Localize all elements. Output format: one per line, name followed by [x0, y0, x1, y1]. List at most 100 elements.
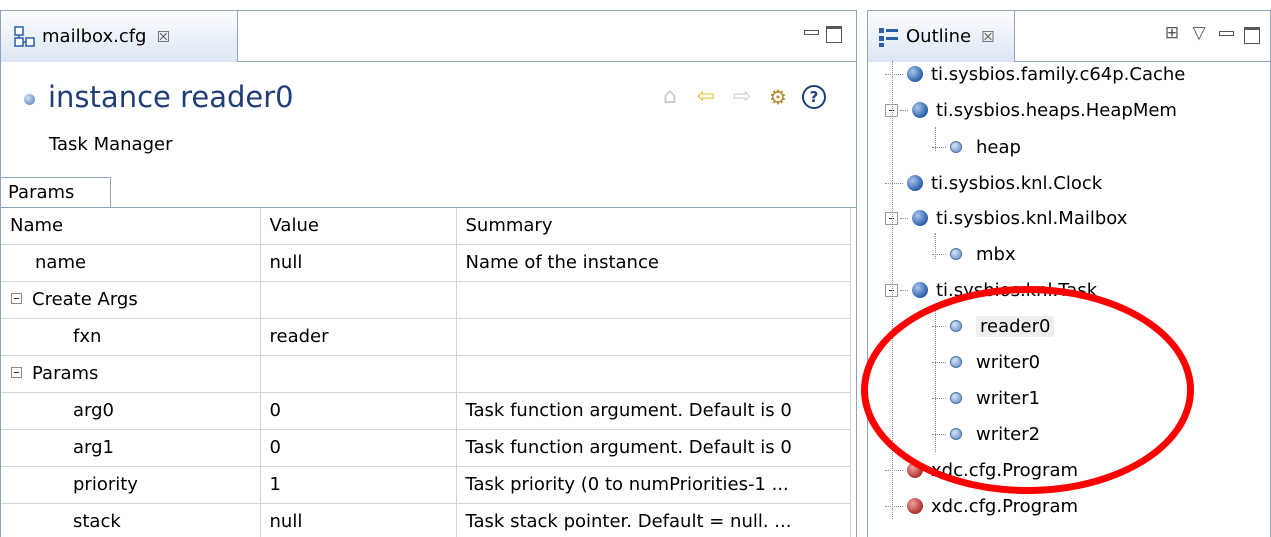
tree-item[interactable]: mbx — [932, 235, 1016, 273]
tree-item[interactable]: xdc.cfg.Program — [885, 487, 1078, 525]
module-icon — [907, 66, 923, 82]
cell-summary: Task priority (0 to numPriorities-1 ... — [456, 466, 851, 504]
cell-value[interactable]: 1 — [260, 466, 457, 504]
column-header-name[interactable]: Name — [1, 208, 261, 245]
tree-item-label: ti.sysbios.family.c64p.Cache — [931, 63, 1186, 85]
table-row[interactable]: fxn reader — [1, 318, 851, 356]
collapse-icon[interactable] — [11, 292, 22, 304]
tree-item[interactable]: xdc.cfg.Program — [885, 451, 1078, 489]
module-subtitle: Task Manager — [49, 134, 173, 155]
cell-summary — [456, 318, 851, 356]
cell-value[interactable]: 0 — [260, 392, 457, 430]
tree-item-label: writer2 — [976, 423, 1041, 445]
instance-icon — [950, 428, 962, 440]
tree-item-label: writer1 — [976, 387, 1041, 409]
instance-icon — [950, 141, 962, 153]
sort-icon[interactable]: ⊞ — [1163, 23, 1181, 43]
tree-item-label: ti.sysbios.knl.Clock — [931, 172, 1103, 194]
table-row[interactable]: Params — [1, 355, 851, 393]
table-row[interactable]: name null Name of the instance — [1, 244, 851, 282]
config-file-icon — [14, 25, 36, 48]
tab-params[interactable]: Params — [1, 177, 111, 208]
tree-item-label: reader0 — [976, 315, 1055, 337]
editor-pane: mailbox.cfg ☒ instance reader0 Task Mana… — [0, 10, 857, 537]
cell-name-text: Create Args — [32, 289, 138, 310]
cell-name-text: arg0 — [73, 400, 114, 421]
tree-item-label: xdc.cfg.Program — [931, 495, 1079, 517]
tree-item[interactable]: ti.sysbios.knl.Mailbox — [885, 199, 1127, 237]
view-menu-icon[interactable]: ▽ — [1190, 23, 1208, 43]
tree-item[interactable]: ti.sysbios.heaps.HeapMem — [885, 91, 1177, 129]
home-icon[interactable]: ⌂ — [658, 85, 682, 109]
close-icon[interactable]: ☒ — [156, 28, 169, 46]
tree-connector — [900, 217, 908, 219]
minimize-icon[interactable] — [802, 25, 819, 40]
outline-icon — [878, 26, 900, 48]
minimize-icon[interactable] — [1217, 26, 1234, 41]
tree-item[interactable]: reader0 — [932, 307, 1055, 345]
cell-value[interactable]: reader — [260, 318, 457, 356]
tree-item-label: ti.sysbios.heaps.HeapMem — [936, 99, 1177, 121]
table-row[interactable]: Create Args — [1, 281, 851, 319]
cell-summary: Task function argument. Default is 0 — [456, 392, 851, 430]
tree-connector-line — [892, 61, 893, 519]
workbench: mailbox.cfg ☒ instance reader0 Task Mana… — [0, 0, 1271, 537]
tree-item[interactable]: writer2 — [932, 415, 1040, 453]
tree-item-label: writer0 — [976, 351, 1041, 373]
collapse-icon[interactable] — [11, 366, 22, 378]
maximize-icon[interactable] — [1243, 26, 1260, 44]
forward-arrow-icon[interactable]: ⇨ — [730, 85, 754, 109]
close-icon[interactable]: ☒ — [981, 28, 994, 46]
cell-value[interactable]: null — [260, 503, 457, 537]
program-icon — [907, 498, 923, 514]
cell-name-text: Params — [32, 363, 99, 384]
table-row[interactable]: arg1 0 Task function argument. Default is … — [1, 429, 851, 467]
tree-item[interactable]: ti.sysbios.knl.Clock — [885, 164, 1102, 202]
table-row[interactable]: stack null Task stack pointer. Default = n… — [1, 503, 851, 537]
column-header-value[interactable]: Value — [260, 208, 457, 245]
cell-name: priority — [1, 466, 261, 504]
cell-name: Create Args — [1, 281, 261, 319]
config-settings-icon[interactable]: ⚙ — [766, 85, 790, 109]
column-header-summary[interactable]: Summary — [456, 208, 851, 245]
module-icon — [907, 175, 923, 191]
module-icon — [912, 282, 928, 298]
instance-icon — [950, 248, 962, 260]
cell-value[interactable]: 0 — [260, 429, 457, 467]
params-table: Name Value Summary name null Name of the i… — [1, 208, 851, 537]
cell-value[interactable]: null — [260, 244, 457, 282]
cell-name-text: arg1 — [73, 437, 114, 458]
module-icon — [912, 210, 928, 226]
cell-value[interactable] — [260, 281, 457, 319]
maximize-icon[interactable] — [825, 25, 842, 43]
instance-icon — [950, 320, 962, 332]
cell-name-text: fxn — [73, 326, 102, 347]
tree-item[interactable]: writer0 — [932, 343, 1040, 381]
tree-connector — [885, 73, 903, 75]
editor-tab[interactable]: mailbox.cfg ☒ — [1, 11, 238, 62]
params-table-container: Name Value Summary name null Name of the i… — [1, 207, 856, 537]
tree-item[interactable]: ti.sysbios.family.c64p.Cache — [885, 55, 1185, 93]
tree-item[interactable]: heap — [932, 128, 1021, 166]
tree-item[interactable]: writer1 — [932, 379, 1040, 417]
cell-value[interactable] — [260, 355, 457, 393]
tree-connector — [900, 109, 908, 111]
instance-header: instance reader0 Task Manager ⌂ ⇦ ⇨ ⚙ ? — [1, 62, 856, 177]
tree-item-label: xdc.cfg.Program — [931, 459, 1079, 481]
editor-window-controls — [802, 25, 842, 43]
tree-item-label: ti.sysbios.knl.Mailbox — [936, 207, 1128, 229]
cell-summary: Task function argument. Default is 0 — [456, 429, 851, 467]
editor-tab-bar: mailbox.cfg ☒ — [1, 11, 856, 62]
table-row[interactable]: arg0 0 Task function argument. Default is … — [1, 392, 851, 430]
cell-name-text: name — [35, 252, 87, 273]
cell-name: stack — [1, 503, 261, 537]
cell-summary — [456, 355, 851, 393]
instance-icon — [950, 356, 962, 368]
outline-pane: Outline ☒ ⊞ ▽ ti.sysbios.family.c64p.Cac… — [867, 10, 1271, 537]
help-icon[interactable]: ? — [802, 85, 826, 109]
page-title: instance reader0 — [48, 80, 294, 114]
back-arrow-icon[interactable]: ⇦ — [694, 85, 718, 109]
tree-item[interactable]: ti.sysbios.knl.Task — [885, 271, 1097, 309]
table-row[interactable]: priority 1 Task priority (0 to numPrioriti… — [1, 466, 851, 504]
cell-summary: Name of the instance — [456, 244, 851, 282]
